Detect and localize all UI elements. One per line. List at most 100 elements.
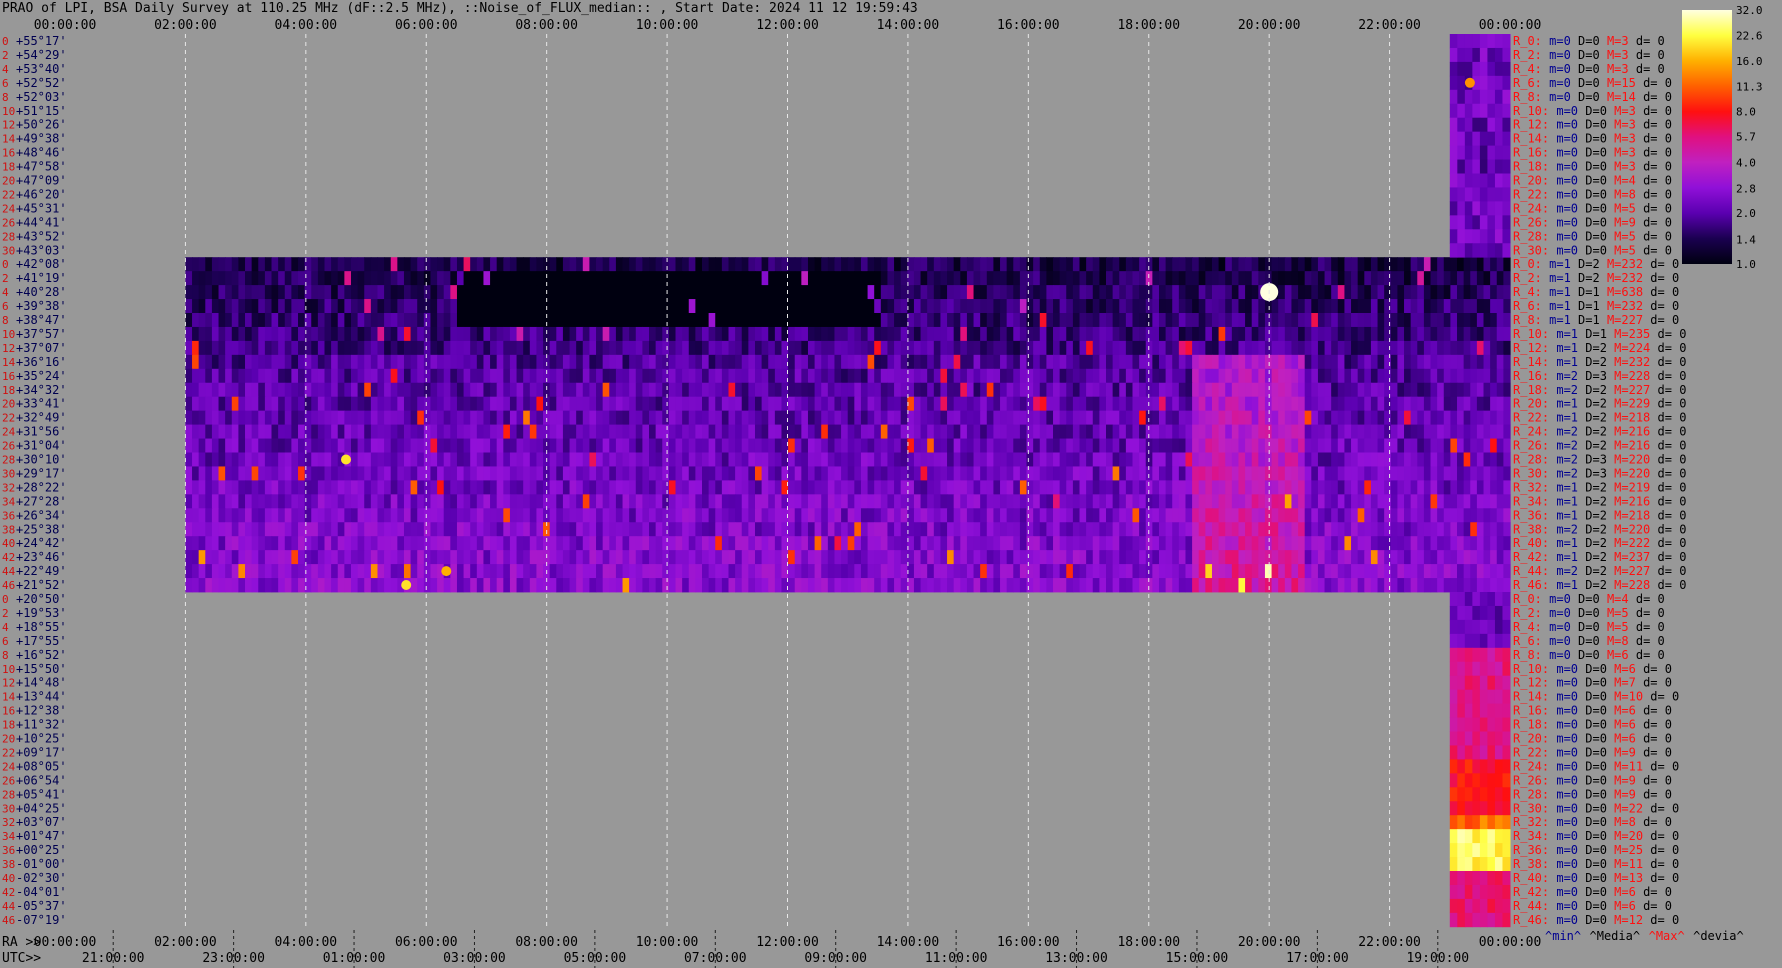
heat-cell xyxy=(1503,522,1511,537)
heat-cell xyxy=(291,340,299,356)
heat-cell xyxy=(238,410,246,425)
heat-cell xyxy=(1410,494,1418,509)
heat-cell xyxy=(1145,480,1153,495)
heat-cell xyxy=(337,410,345,425)
heat-cell xyxy=(854,382,862,398)
heat-cell xyxy=(1364,299,1372,314)
heat-cell xyxy=(556,550,564,565)
heat-cell xyxy=(344,578,352,593)
heat-cell xyxy=(834,494,842,509)
heat-cell xyxy=(629,368,637,384)
heat-cell xyxy=(1463,285,1471,300)
heat-cell xyxy=(198,578,206,593)
heat-cell xyxy=(827,368,836,384)
heat-cell xyxy=(1192,382,1200,398)
heat-cell xyxy=(1112,271,1120,286)
heat-cell xyxy=(1192,522,1200,537)
heat-cell xyxy=(1066,271,1074,286)
heat-cell xyxy=(940,382,948,398)
heat-cell xyxy=(470,564,478,579)
heat-cell xyxy=(185,564,193,579)
heat-cell xyxy=(1086,299,1094,314)
heat-cell xyxy=(1502,47,1511,63)
heat-cell xyxy=(854,578,862,593)
heat-cell xyxy=(1291,271,1299,286)
heat-cell xyxy=(920,550,928,565)
heat-cell xyxy=(1487,647,1496,663)
heat-cell xyxy=(1483,271,1491,286)
heat-cell xyxy=(556,410,564,425)
heat-cell xyxy=(1324,466,1332,481)
heat-cell xyxy=(523,564,531,579)
heat-cell xyxy=(1423,396,1432,412)
heat-cell xyxy=(708,285,716,300)
heat-cell xyxy=(509,494,518,509)
heat-cell xyxy=(1364,494,1372,509)
heat-cell xyxy=(251,410,259,425)
heat-cell xyxy=(1284,578,1293,593)
heat-cell xyxy=(801,536,809,551)
heat-cell xyxy=(668,299,677,314)
heat-cell xyxy=(185,382,193,398)
heat-cell xyxy=(1304,368,1312,384)
heat-cell xyxy=(576,340,584,356)
heat-cell xyxy=(1106,285,1114,300)
heat-cell xyxy=(1496,382,1504,398)
heat-cell xyxy=(1470,480,1478,495)
heat-cell xyxy=(397,480,405,495)
heat-cell xyxy=(708,340,716,356)
heat-cell xyxy=(1449,75,1458,91)
heat-cell xyxy=(582,285,591,300)
heat-cell xyxy=(1192,508,1200,523)
heat-cell xyxy=(1006,424,1014,439)
heat-cell xyxy=(1390,438,1399,453)
heat-cell xyxy=(1470,368,1478,384)
heat-cell xyxy=(1476,508,1485,523)
heat-cell xyxy=(251,452,259,467)
heat-cell xyxy=(1099,522,1107,537)
heat-cell xyxy=(1404,326,1412,342)
heat-cell xyxy=(1298,271,1306,286)
heat-cell xyxy=(417,466,425,481)
heat-cell xyxy=(874,494,882,509)
heat-cell xyxy=(443,438,451,453)
heat-cell xyxy=(430,466,438,481)
heat-cell xyxy=(1251,424,1259,439)
heat-cell xyxy=(682,396,690,412)
heat-cell xyxy=(980,410,988,425)
heat-cell xyxy=(960,508,968,523)
heat-cell xyxy=(264,536,273,551)
heat-cell xyxy=(337,480,345,495)
heat-cell xyxy=(284,368,292,384)
heat-cell xyxy=(1086,410,1094,425)
heat-cell xyxy=(344,299,352,314)
heat-cell xyxy=(609,494,617,509)
heat-cell xyxy=(741,396,749,412)
heat-cell xyxy=(205,299,213,314)
heat-cell xyxy=(609,536,617,551)
heat-cell xyxy=(1178,410,1187,425)
heat-cell xyxy=(264,452,273,467)
heat-cell xyxy=(741,326,749,342)
heat-cell xyxy=(834,466,842,481)
heat-cell xyxy=(741,480,749,495)
heat-cell xyxy=(1211,550,1220,565)
heat-cell xyxy=(476,326,485,342)
heat-cell xyxy=(854,480,862,495)
heat-cell xyxy=(331,257,339,272)
heat-cell xyxy=(1119,285,1127,300)
heat-cell xyxy=(927,410,935,425)
heat-cell xyxy=(847,313,855,328)
heat-cell xyxy=(1457,480,1465,495)
heat-cell xyxy=(668,368,677,384)
heat-cell xyxy=(920,326,928,342)
heat-cell xyxy=(344,340,352,356)
heat-cell xyxy=(298,578,306,593)
heat-cell xyxy=(1053,326,1061,342)
heat-cell xyxy=(1377,578,1385,593)
heat-cell xyxy=(1470,326,1478,342)
heat-cell xyxy=(596,382,604,398)
heat-cell xyxy=(1284,313,1293,328)
heat-cell xyxy=(397,354,405,370)
heat-cell xyxy=(185,257,193,272)
